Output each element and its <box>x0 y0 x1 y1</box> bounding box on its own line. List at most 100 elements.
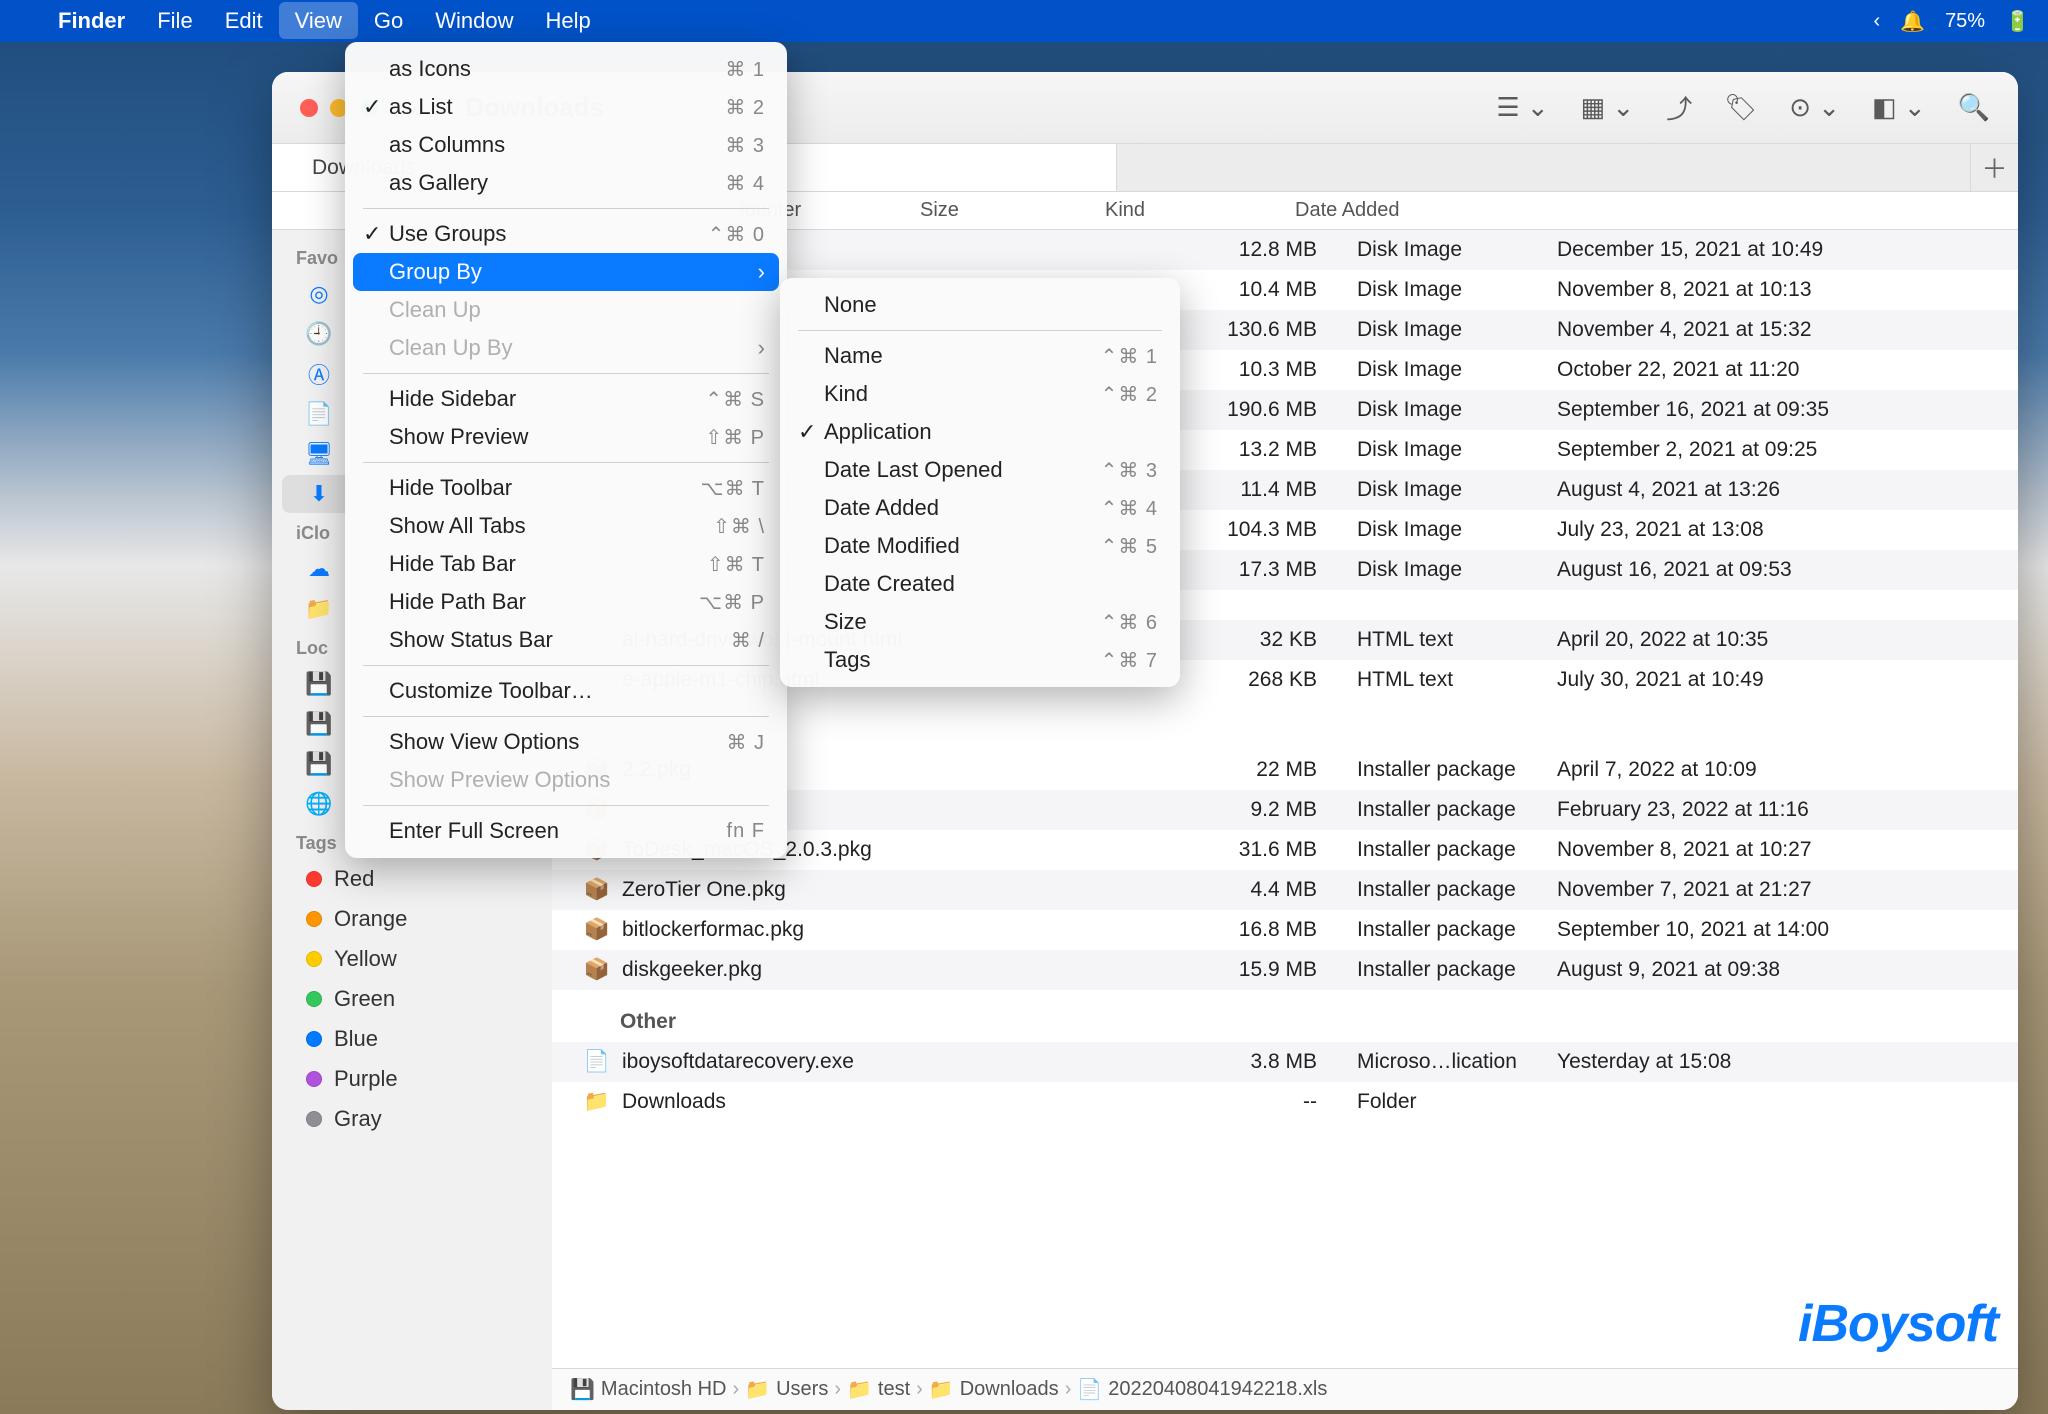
menubar-view[interactable]: View <box>279 2 358 39</box>
shortcut: ⌥⌘ T <box>701 476 765 501</box>
menu-item-as-list[interactable]: ✓as List⌘ 2 <box>353 88 779 126</box>
tags-button[interactable]: 🏷 <box>1724 92 1757 123</box>
menu-item-as-icons[interactable]: as Icons⌘ 1 <box>353 50 779 88</box>
chevron-right-icon: › <box>733 1378 740 1401</box>
shortcut: ⌃⌘ 7 <box>1101 648 1158 673</box>
menu-item-hide-tab-bar[interactable]: Hide Tab Bar⇧⌘ T <box>353 545 779 583</box>
shortcut: ⌃⌘ 3 <box>1101 458 1158 483</box>
menu-item-show-view-options[interactable]: Show View Options⌘ J <box>353 723 779 761</box>
menu-item-as-columns[interactable]: as Columns⌘ 3 <box>353 126 779 164</box>
menu-separator <box>363 373 769 374</box>
menu-item-date-created[interactable]: Date Created <box>788 565 1172 603</box>
menu-item-date-added[interactable]: Date Added⌃⌘ 4 <box>788 489 1172 527</box>
shortcut: ⌃⌘ 4 <box>1101 496 1158 521</box>
action-button[interactable]: ⊙ ⌄ <box>1789 92 1840 123</box>
menu-item-application[interactable]: ✓Application <box>788 413 1172 451</box>
close-button[interactable] <box>300 99 318 117</box>
menubar-app[interactable]: Finder <box>42 2 141 40</box>
menu-item-date-modified[interactable]: Date Modified⌃⌘ 5 <box>788 527 1172 565</box>
menu-item-enter-full-screen[interactable]: Enter Full Screenfn F <box>353 812 779 850</box>
breadcrumb-item[interactable]: 📄20220408041942218.xls <box>1077 1377 1327 1402</box>
file-icon: 📁 <box>582 1090 612 1114</box>
chevron-right-icon: › <box>916 1378 923 1401</box>
menu-separator <box>363 462 769 463</box>
menubar-window[interactable]: Window <box>419 2 529 39</box>
path-icon: 📄 <box>1077 1377 1102 1402</box>
breadcrumb-item[interactable]: 📁test <box>847 1377 910 1402</box>
shortcut: ⌃⌘ 5 <box>1101 534 1158 559</box>
table-row[interactable]: 📁Downloads--Folder <box>552 1082 2018 1122</box>
chevron-right-icon: › <box>834 1378 841 1401</box>
search-button[interactable]: 🔍 <box>1958 92 1990 123</box>
menu-item-group-by[interactable]: Group By› <box>353 253 779 291</box>
folder-icon: 📁 <box>306 596 332 622</box>
tag-dot-icon <box>306 1071 322 1087</box>
menu-separator <box>798 330 1162 331</box>
breadcrumb-item[interactable]: 📁Users <box>745 1377 828 1402</box>
menu-item-name[interactable]: Name⌃⌘ 1 <box>788 337 1172 375</box>
menu-item-hide-toolbar[interactable]: Hide Toolbar⌥⌘ T <box>353 469 779 507</box>
shortcut: ⌃⌘ 0 <box>708 222 765 247</box>
sidebar-tag-yellow[interactable]: Yellow <box>282 940 542 978</box>
menu-item-tags[interactable]: Tags⌃⌘ 7 <box>788 641 1172 679</box>
menu-item-show-all-tabs[interactable]: Show All Tabs⇧⌘ \ <box>353 507 779 545</box>
sidebar-tag-green[interactable]: Green <box>282 980 542 1018</box>
menu-item-customize-toolbar-[interactable]: Customize Toolbar… <box>353 672 779 710</box>
table-row[interactable]: 📦bitlockerformac.pkg16.8 MBInstaller pac… <box>552 910 2018 950</box>
tag-dot-icon <box>306 1031 322 1047</box>
menu-item-hide-sidebar[interactable]: Hide Sidebar⌃⌘ S <box>353 380 779 418</box>
menu-item-use-groups[interactable]: ✓Use Groups⌃⌘ 0 <box>353 215 779 253</box>
table-row[interactable]: 📄iboysoftdatarecovery.exe3.8 MBMicroso…l… <box>552 1042 2018 1082</box>
menu-item-show-status-bar[interactable]: Show Status Bar⌘ / <box>353 621 779 659</box>
sidebar-tag-blue[interactable]: Blue <box>282 1020 542 1058</box>
shortcut: ⌃⌘ 2 <box>1101 382 1158 407</box>
breadcrumb-item[interactable]: 📁Downloads <box>929 1377 1059 1402</box>
battery-percent[interactable]: 75% <box>1945 10 1985 33</box>
chevron-right-icon: › <box>758 259 765 285</box>
menubar-help[interactable]: Help <box>530 2 607 39</box>
menu-item-as-gallery[interactable]: as Gallery⌘ 4 <box>353 164 779 202</box>
table-row[interactable]: 📦ZeroTier One.pkg4.4 MBInstaller package… <box>552 870 2018 910</box>
notification-icon[interactable]: 🔔 <box>1900 9 1925 34</box>
tag-dot-icon <box>306 911 322 927</box>
downloads-icon: ⬇ <box>306 481 332 507</box>
shortcut: ⇧⌘ T <box>707 552 765 577</box>
menubar-go[interactable]: Go <box>358 2 419 39</box>
desktop-icon: 🖥 <box>306 441 332 467</box>
col-kind[interactable]: Kind <box>1097 199 1287 222</box>
menu-item-show-preview[interactable]: Show Preview⇧⌘ P <box>353 418 779 456</box>
file-icon: 📦 <box>582 958 612 982</box>
shortcut: ⌃⌘ 1 <box>1101 344 1158 369</box>
shortcut: ⌘ / <box>731 628 765 653</box>
menubar-file[interactable]: File <box>141 2 208 39</box>
col-size[interactable]: Size <box>912 199 1097 222</box>
sidebar-tag-purple[interactable]: Purple <box>282 1060 542 1098</box>
menu-item-hide-path-bar[interactable]: Hide Path Bar⌥⌘ P <box>353 583 779 621</box>
tag-dot-icon <box>306 871 322 887</box>
col-date[interactable]: Date Added <box>1287 199 2018 222</box>
menu-item-kind[interactable]: Kind⌃⌘ 2 <box>788 375 1172 413</box>
table-row[interactable]: 📦diskgeeker.pkg15.9 MBInstaller packageA… <box>552 950 2018 990</box>
view-mode-button[interactable]: ☰ ⌄ <box>1496 92 1548 123</box>
sidebar-tag-gray[interactable]: Gray <box>282 1100 542 1138</box>
clock-icon: 🕘 <box>306 321 332 347</box>
checkmark-icon: ✓ <box>363 221 381 247</box>
breadcrumb-item[interactable]: 💾Macintosh HD <box>570 1377 727 1402</box>
control-center-icon[interactable]: ‹ <box>1873 10 1880 33</box>
battery-icon[interactable]: 🔋 <box>2005 9 2030 34</box>
shortcut: fn F <box>727 820 765 843</box>
network-icon: 🌐 <box>306 791 332 817</box>
disk-icon: 💾 <box>306 671 332 697</box>
watermark: iBoysoft <box>1798 1294 1998 1354</box>
new-tab-button[interactable]: ＋ <box>1970 144 2018 191</box>
menu-item-none[interactable]: None <box>788 286 1172 324</box>
group-button[interactable]: ▦ ⌄ <box>1581 92 1635 123</box>
preview-toggle[interactable]: ◧ ⌄ <box>1872 92 1926 123</box>
sidebar-tag-orange[interactable]: Orange <box>282 900 542 938</box>
share-button[interactable]: ⤴ <box>1666 89 1692 126</box>
menu-separator <box>363 208 769 209</box>
menu-item-size[interactable]: Size⌃⌘ 6 <box>788 603 1172 641</box>
sidebar-tag-red[interactable]: Red <box>282 860 542 898</box>
menubar-edit[interactable]: Edit <box>209 2 279 39</box>
menu-item-date-last-opened[interactable]: Date Last Opened⌃⌘ 3 <box>788 451 1172 489</box>
